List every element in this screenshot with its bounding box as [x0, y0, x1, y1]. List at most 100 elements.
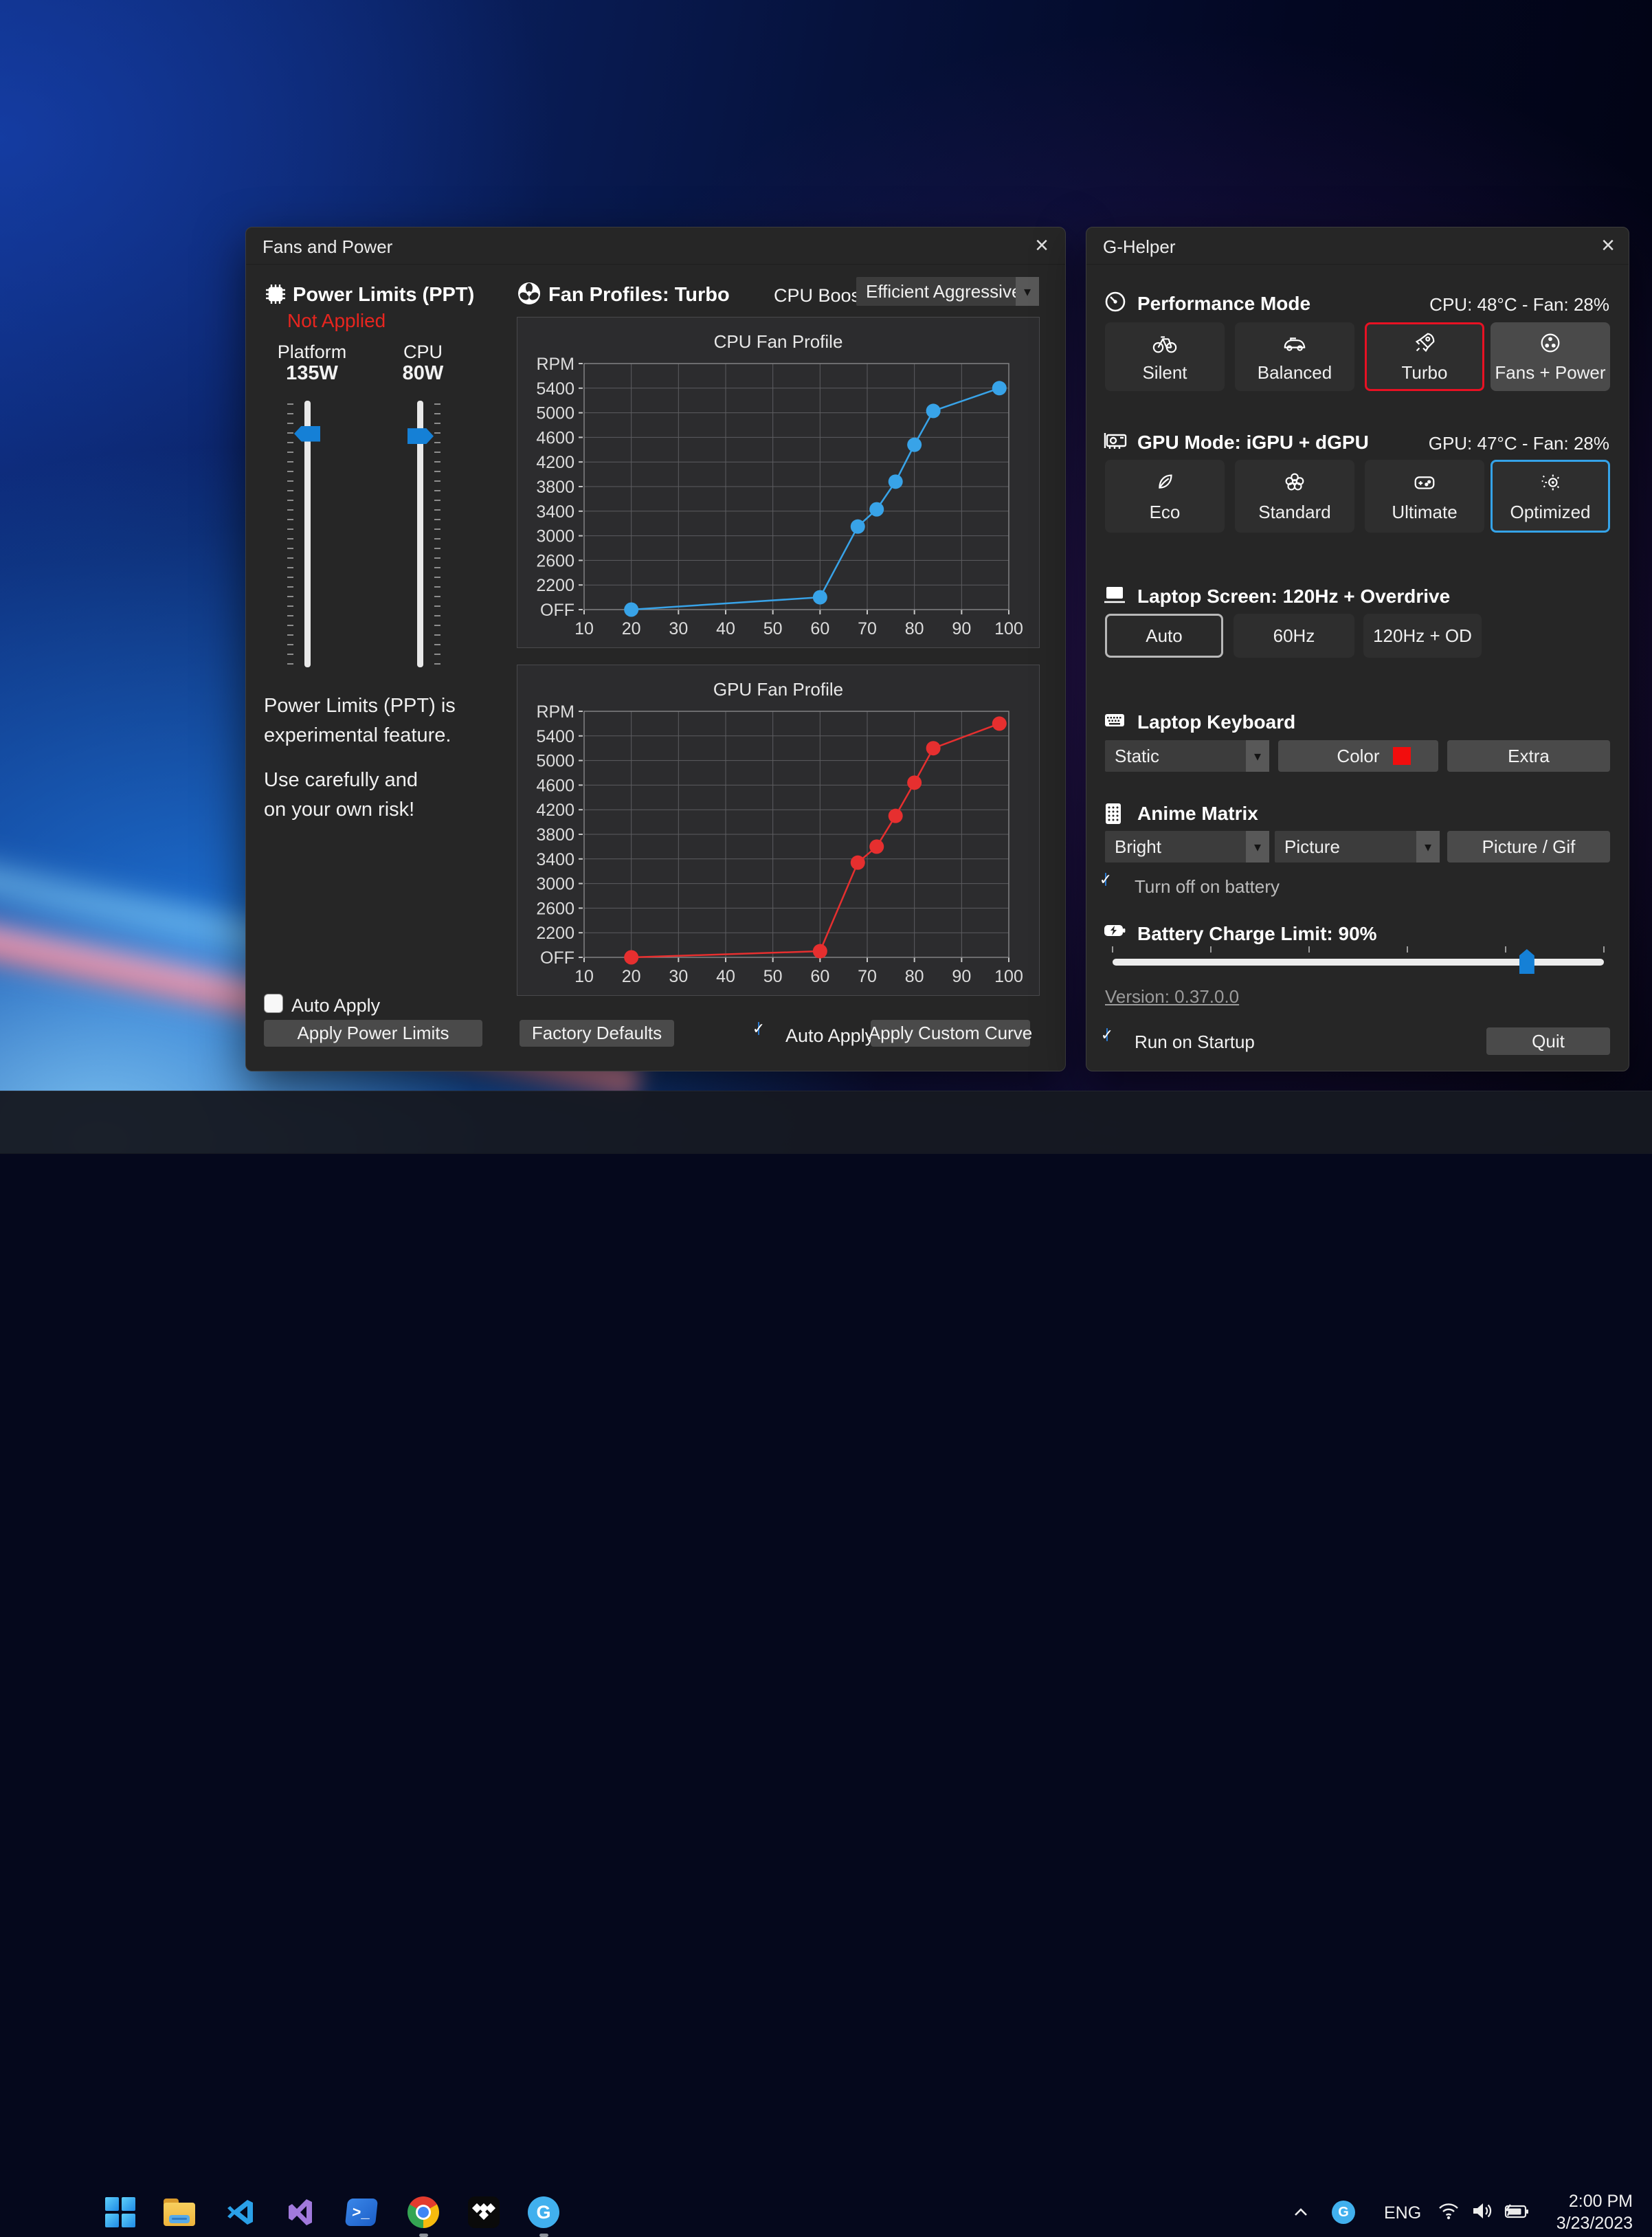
auto-apply-power-checkbox[interactable] [264, 994, 283, 1013]
vscode-icon[interactable] [224, 2196, 256, 2228]
windows-logo-icon [105, 2197, 135, 2227]
ghelper-app-icon[interactable]: G [528, 2196, 559, 2228]
wifi-icon[interactable] [1438, 2201, 1460, 2221]
gamepad-icon [1411, 469, 1438, 496]
svg-text:4600: 4600 [536, 428, 574, 447]
svg-text:5400: 5400 [536, 379, 574, 399]
battery-tray-icon[interactable] [1504, 2203, 1530, 2221]
clock-date[interactable]: 3/23/2023 [1549, 2214, 1633, 2234]
chevron-down-icon[interactable] [1016, 277, 1039, 306]
gpu-button-label: Eco [1150, 502, 1181, 523]
volume-icon[interactable] [1471, 2201, 1494, 2221]
svg-text:5400: 5400 [536, 727, 574, 746]
svg-text:40: 40 [716, 619, 735, 638]
quit-button[interactable]: Quit [1486, 1027, 1610, 1055]
keyboard-color-label: Color [1337, 746, 1379, 767]
matrix-picture-gif-button[interactable]: Picture / Gif [1447, 831, 1610, 862]
apply-power-limits-button[interactable]: Apply Power Limits [264, 1020, 482, 1047]
version-link[interactable]: Version: 0.37.0.0 [1105, 986, 1239, 1008]
matrix-battery-label: Turn off on battery [1135, 876, 1280, 898]
cpu-fan-chart[interactable]: CPU Fan ProfileRPM5400500046004200380034… [517, 318, 1039, 647]
keyboard-mode-dropdown[interactable]: Static [1105, 740, 1269, 772]
clock-time[interactable]: 2:00 PM [1549, 2192, 1633, 2212]
gpu-button-optimized[interactable]: Optimized [1491, 460, 1610, 533]
keyboard-icon [1103, 711, 1126, 730]
battery-tick [1112, 946, 1113, 953]
svg-text:CPU Fan Profile: CPU Fan Profile [714, 331, 843, 352]
auto-apply-curve-checkbox[interactable] [758, 1022, 759, 1035]
svg-text:3000: 3000 [536, 875, 574, 894]
flower-icon [1282, 469, 1308, 496]
chip-icon [264, 282, 287, 306]
gpu-button-label: Ultimate [1392, 502, 1457, 523]
perf-button-label: Turbo [1402, 362, 1448, 383]
svg-text:20: 20 [622, 619, 641, 638]
svg-text:2200: 2200 [536, 924, 574, 943]
perf-button-silent[interactable]: Silent [1105, 322, 1225, 391]
fan-icon [1537, 330, 1563, 356]
svg-text:60: 60 [810, 619, 829, 638]
laptop-screen-icon [1103, 585, 1126, 605]
matrix-mode-dropdown[interactable]: Picture [1275, 831, 1440, 862]
battery-slider-thumb[interactable] [1519, 949, 1534, 974]
svg-text:100: 100 [994, 619, 1023, 638]
gpu-fan-chart-panel[interactable]: GPU Fan ProfileRPM5400500046004200380034… [517, 665, 1040, 996]
keyboard-color-button[interactable]: Color [1278, 740, 1438, 772]
factory-defaults-button[interactable]: Factory Defaults [520, 1020, 674, 1047]
ghelper-running-indicator [539, 2234, 548, 2237]
close-icon[interactable]: × [1028, 232, 1056, 259]
cpu-value: 80W [383, 362, 462, 385]
gpu-button-standard[interactable]: Standard [1235, 460, 1354, 533]
chevron-down-icon[interactable] [1246, 831, 1269, 862]
cpu-slider-thumb[interactable] [408, 428, 434, 444]
battery-tick [1505, 946, 1506, 953]
gpu-button-label: Standard [1258, 502, 1331, 523]
svg-text:80: 80 [905, 619, 924, 638]
perf-button-balanced[interactable]: Balanced [1235, 322, 1354, 391]
perf-button-turbo[interactable]: Turbo [1365, 322, 1484, 391]
terminal-icon[interactable]: >_ [346, 2196, 377, 2228]
chevron-down-icon[interactable] [1416, 831, 1440, 862]
ghelper-tray-icon[interactable]: G [1332, 2201, 1355, 2224]
leaf-icon [1152, 469, 1178, 496]
chrome-icon[interactable] [408, 2196, 439, 2228]
cpu-fan-chart-panel[interactable]: CPU Fan ProfileRPM5400500046004200380034… [517, 317, 1040, 648]
svg-text:OFF: OFF [540, 948, 574, 968]
file-explorer-icon[interactable] [164, 2196, 195, 2228]
cpu-temp-status: CPU: 48°C - Fan: 28% [1429, 294, 1609, 315]
start-button[interactable] [104, 2196, 136, 2228]
chrome-running-indicator [419, 2234, 428, 2237]
svg-text:30: 30 [669, 619, 688, 638]
svg-text:RPM: RPM [536, 355, 574, 374]
color-swatch [1393, 747, 1411, 765]
gpu-fan-chart[interactable]: GPU Fan ProfileRPM5400500046004200380034… [517, 665, 1039, 995]
gpu-button-ultimate[interactable]: Ultimate [1365, 460, 1484, 533]
cpu-boost-dropdown[interactable]: Efficient Aggressive [856, 277, 1039, 306]
matrix-brightness-dropdown[interactable]: Bright [1105, 831, 1269, 862]
perf-button-fans-power[interactable]: Fans + Power [1491, 322, 1610, 391]
svg-text:2600: 2600 [536, 551, 574, 570]
battery-tick [1407, 946, 1408, 953]
performance-mode-header: Performance Mode [1137, 293, 1310, 315]
screen-button-60hz[interactable]: 60Hz [1234, 614, 1354, 658]
tidal-icon[interactable] [468, 2196, 500, 2228]
screen-button-120hz-od[interactable]: 120Hz + OD [1363, 614, 1482, 658]
keyboard-extra-button[interactable]: Extra [1447, 740, 1610, 772]
matrix-battery-checkbox[interactable] [1105, 873, 1106, 886]
window-title: Fans and Power [263, 236, 392, 258]
rocket-icon [1411, 330, 1438, 356]
screen-button-auto[interactable]: Auto [1105, 614, 1223, 658]
window-title: G-Helper [1103, 236, 1175, 258]
visual-studio-icon[interactable] [284, 2196, 316, 2228]
chevron-down-icon[interactable] [1246, 740, 1269, 772]
platform-slider-thumb[interactable] [294, 426, 320, 442]
run-on-startup-checkbox[interactable] [1106, 1028, 1108, 1041]
close-icon[interactable]: × [1594, 232, 1622, 259]
gpu-button-eco[interactable]: Eco [1105, 460, 1225, 533]
apply-custom-curve-button[interactable]: Apply Custom Curve [871, 1020, 1030, 1047]
language-indicator[interactable]: ENG [1384, 2203, 1421, 2223]
gpu-mode-header: GPU Mode: iGPU + dGPU [1137, 432, 1369, 454]
tray-chevron-up-icon[interactable] [1292, 2205, 1310, 2219]
run-on-startup-label: Run on Startup [1135, 1032, 1255, 1053]
auto-apply-curve-label: Auto Apply [785, 1025, 874, 1047]
